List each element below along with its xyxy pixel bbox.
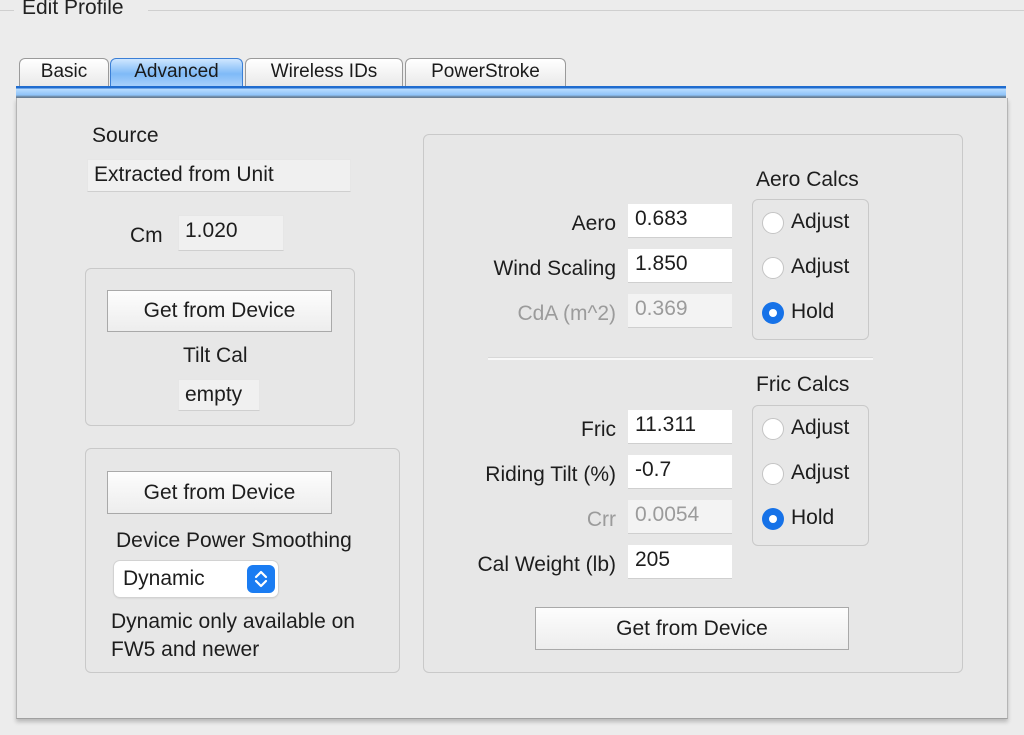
cda-label: CdA (m^2) (517, 302, 616, 325)
section-divider (488, 357, 873, 360)
tab-powerstroke[interactable]: PowerStroke (405, 58, 566, 86)
cm-value: 1.020 (178, 215, 284, 251)
crr-input: 0.0054 (628, 500, 732, 534)
aero-calcs-title: Aero Calcs (756, 168, 859, 191)
cal-weight-label: Cal Weight (lb) (477, 553, 617, 576)
source-label: Source (92, 124, 159, 147)
tilt-cal-value: empty (178, 379, 260, 411)
fric-label: Fric (581, 418, 616, 441)
tab-strip (16, 86, 1006, 98)
aero-label: Aero (571, 212, 616, 235)
tab-basic[interactable]: Basic (19, 58, 109, 86)
calcs-get-from-device-button[interactable]: Get from Device (535, 607, 849, 650)
riding-tilt-label: Riding Tilt (%) (485, 463, 616, 486)
fric-radio-label-3: Hold (791, 506, 835, 529)
aero-adjust-radio-1[interactable] (762, 212, 784, 234)
wind-scaling-label: Wind Scaling (493, 257, 616, 280)
cal-weight-input[interactable]: 205 (628, 545, 732, 579)
tilt-get-from-device-button[interactable]: Get from Device (107, 290, 332, 332)
aero-adjust-radio-2[interactable] (762, 257, 784, 279)
chevron-updown-icon (247, 565, 275, 593)
tab-advanced[interactable]: Advanced (110, 58, 243, 86)
group-border (148, 10, 1024, 11)
crr-label: Crr (586, 508, 616, 531)
fric-radio-label-1: Adjust (791, 416, 850, 439)
select-value: Dynamic (123, 567, 205, 590)
fric-adjust-radio-2[interactable] (762, 463, 784, 485)
tilt-cal-label: Tilt Cal (183, 344, 248, 367)
wind-scaling-input[interactable]: 1.850 (628, 249, 732, 283)
fric-input[interactable]: 11.311 (628, 410, 732, 444)
smoothing-note-line1: Dynamic only available on (111, 610, 355, 633)
aero-input[interactable]: 0.683 (628, 204, 732, 238)
fric-radio-label-2: Adjust (791, 461, 850, 484)
group-border (0, 10, 14, 11)
source-value: Extracted from Unit (87, 159, 351, 192)
aero-hold-radio[interactable] (762, 302, 784, 324)
fric-calcs-title: Fric Calcs (756, 373, 850, 396)
fric-hold-radio[interactable] (762, 508, 784, 530)
tab-wireless-ids[interactable]: Wireless IDs (245, 58, 403, 86)
smoothing-get-from-device-button[interactable]: Get from Device (107, 471, 332, 514)
cm-label: Cm (130, 224, 163, 247)
group-title: Edit Profile (22, 0, 124, 19)
aero-radio-label-1: Adjust (791, 210, 850, 233)
cda-input: 0.369 (628, 294, 732, 328)
riding-tilt-input[interactable]: -0.7 (628, 455, 732, 489)
power-smoothing-label: Device Power Smoothing (116, 529, 352, 552)
aero-radio-label-2: Adjust (791, 255, 850, 278)
smoothing-note-line2: FW5 and newer (111, 638, 260, 661)
aero-radio-label-3: Hold (791, 300, 835, 323)
fric-adjust-radio-1[interactable] (762, 418, 784, 440)
power-smoothing-select[interactable]: Dynamic (114, 561, 278, 597)
